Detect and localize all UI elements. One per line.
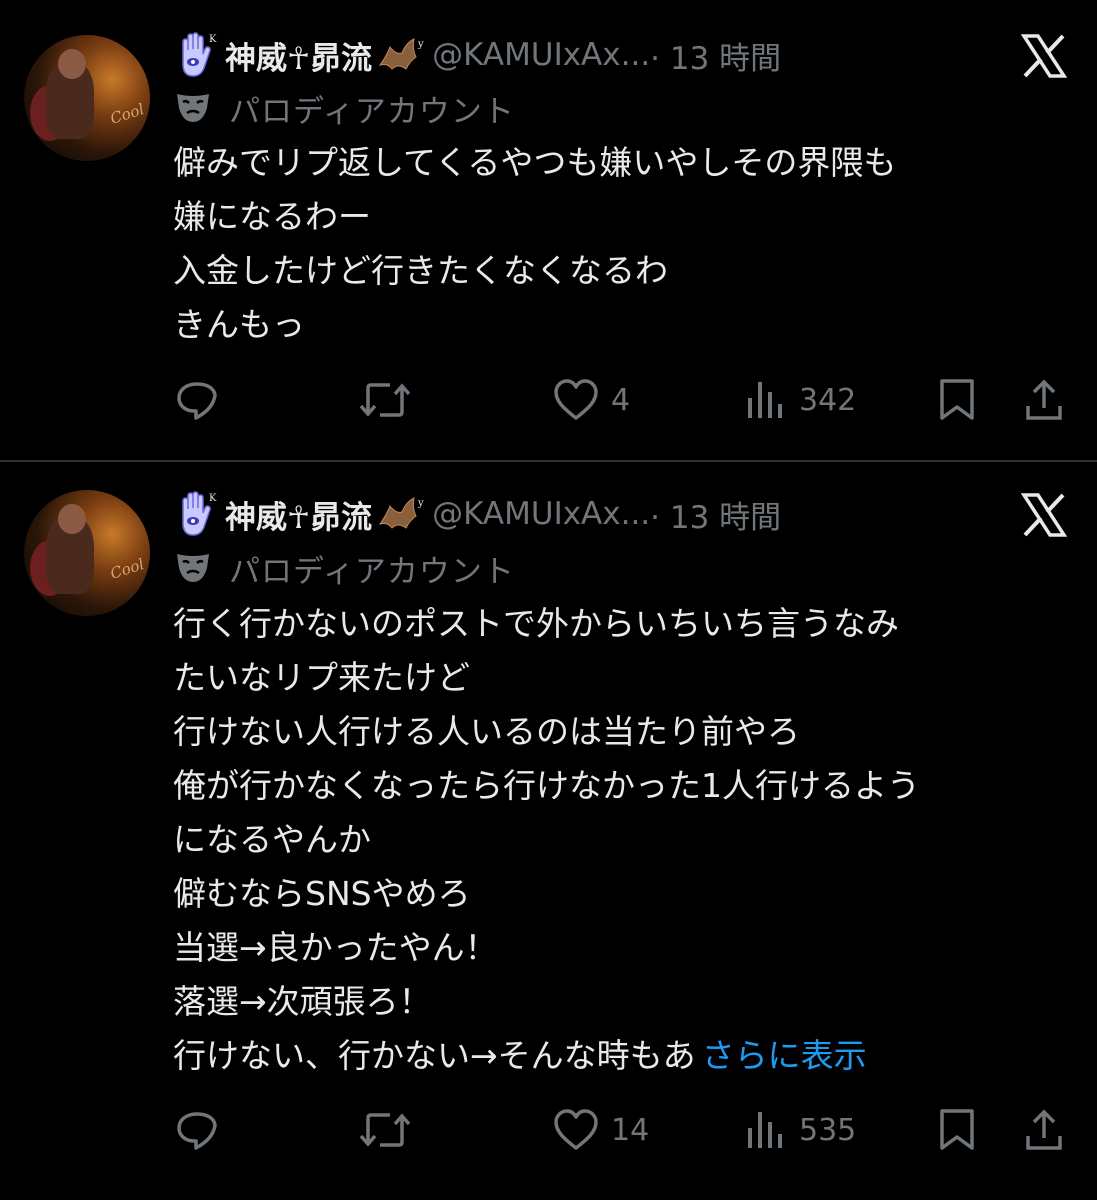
views-count: 535 bbox=[799, 1112, 857, 1148]
parody-badge: パロディアカウント bbox=[175, 546, 515, 590]
tweet-text-line: 行く行かないのポストで外からいちいち言うなみ bbox=[173, 604, 899, 643]
like-count: 14 bbox=[611, 1112, 650, 1148]
views-icon bbox=[748, 1112, 782, 1148]
tweet-text-line: 俺が行かなくなったら行けなかった1人行けるよう bbox=[173, 766, 920, 805]
avatar[interactable]: Cool bbox=[24, 35, 150, 161]
reply-icon bbox=[177, 1112, 217, 1150]
like-button[interactable]: 4 bbox=[553, 370, 630, 430]
svg-text:y: y bbox=[417, 498, 424, 509]
reply-button[interactable] bbox=[175, 1100, 219, 1160]
parody-label: パロディアカウント bbox=[229, 93, 515, 130]
tweet-text-line: になるやんか bbox=[173, 820, 371, 859]
tweet-text-line: 行けない、行かない→そんな時もあ さらに表示 bbox=[173, 1029, 1073, 1083]
action-bar: 4 342 bbox=[0, 370, 1097, 430]
views-button[interactable]: 535 bbox=[745, 1100, 856, 1160]
like-icon bbox=[554, 379, 598, 420]
avatar-text: Cool bbox=[108, 555, 147, 583]
parody-badge: パロディアカウント bbox=[175, 86, 515, 130]
display-name[interactable]: 神威☥昴流 bbox=[225, 492, 372, 537]
share-button[interactable] bbox=[1024, 1100, 1064, 1160]
like-icon bbox=[554, 1109, 598, 1150]
tweet-text: 僻みでリプ返してくるやつも嫌いやしその界隈も 嫌になるわー 入金したけど行きたく… bbox=[173, 136, 1073, 352]
svg-text:K: K bbox=[209, 34, 217, 45]
tweet-text-line: 僻みでリプ返してくるやつも嫌いやしその界隈も bbox=[173, 143, 897, 182]
action-bar: 14 535 bbox=[0, 1100, 1097, 1160]
bookmark-icon bbox=[940, 1109, 974, 1150]
bat-icon: y bbox=[378, 38, 424, 70]
repost-icon bbox=[360, 1113, 410, 1147]
show-more-link[interactable]: さらに表示 bbox=[702, 1036, 867, 1075]
avatar-text: Cool bbox=[108, 100, 147, 128]
svg-text:y: y bbox=[417, 39, 424, 50]
tweet-text-line: 行けない人行ける人いるのは当たり前やろ bbox=[173, 712, 800, 751]
timestamp[interactable]: · 13 時間 bbox=[650, 33, 781, 78]
timestamp[interactable]: · 13 時間 bbox=[650, 492, 781, 537]
like-count: 4 bbox=[611, 382, 631, 418]
tweet[interactable]: Cool K 神威☥昴流 y @KAMUIxAx... · 13 時間 パロディ… bbox=[0, 462, 1097, 1200]
tweet-text-truncated: 行けない、行かない→そんな時もあ bbox=[173, 1036, 696, 1075]
repost-button[interactable] bbox=[360, 1100, 410, 1160]
x-logo-icon bbox=[1021, 493, 1067, 537]
views-count: 342 bbox=[799, 382, 857, 418]
handle[interactable]: @KAMUIxAx... bbox=[432, 496, 650, 532]
hamsa-icon: K bbox=[182, 491, 217, 536]
handle[interactable]: @KAMUIxAx... bbox=[432, 37, 650, 73]
display-name[interactable]: 神威☥昴流 bbox=[225, 33, 372, 78]
share-button[interactable] bbox=[1024, 370, 1064, 430]
tweet-text: 行く行かないのポストで外からいちいち言うなみ たいなリプ来たけど 行けない人行け… bbox=[173, 597, 1073, 1083]
bookmark-button[interactable] bbox=[937, 1100, 977, 1160]
x-logo-icon bbox=[1021, 34, 1067, 78]
tweet-text-line: 嫌になるわー bbox=[173, 197, 371, 236]
reply-button[interactable] bbox=[175, 370, 219, 430]
views-button[interactable]: 342 bbox=[745, 370, 856, 430]
share-icon bbox=[1026, 379, 1062, 420]
avatar[interactable]: Cool bbox=[24, 490, 150, 616]
parody-label: パロディアカウント bbox=[229, 553, 515, 590]
tweet-text-line: 僻むならSNSやめろ bbox=[173, 874, 471, 913]
user-header: K 神威☥昴流 y @KAMUIxAx... · 13 時間 bbox=[175, 489, 781, 539]
hamsa-icon: K bbox=[182, 32, 217, 77]
bookmark-icon bbox=[940, 379, 974, 420]
tweet[interactable]: Cool K 神威☥昴流 y @KAMUIxAx... · 13 時間 パロディ… bbox=[0, 0, 1097, 460]
bookmark-button[interactable] bbox=[937, 370, 977, 430]
tweet-text-line: 落選→次頑張ろ！ bbox=[173, 982, 432, 1021]
svg-text:K: K bbox=[209, 493, 217, 504]
tweet-text-line: きんもっ bbox=[173, 305, 305, 344]
reply-icon bbox=[177, 382, 217, 420]
tweet-text-line: 入金したけど行きたくなくなるわ bbox=[173, 251, 668, 290]
repost-button[interactable] bbox=[360, 370, 410, 430]
mask-icon bbox=[177, 554, 209, 582]
share-icon bbox=[1026, 1109, 1062, 1150]
tweet-text-line: たいなリプ来たけど bbox=[173, 658, 470, 697]
bat-icon: y bbox=[378, 497, 424, 529]
views-icon bbox=[748, 382, 782, 418]
tweet-text-line: 当選→良かったやん！ bbox=[173, 928, 498, 967]
repost-icon bbox=[360, 383, 410, 417]
user-header: K 神威☥昴流 y @KAMUIxAx... · 13 時間 bbox=[175, 30, 781, 80]
mask-icon bbox=[177, 94, 209, 122]
like-button[interactable]: 14 bbox=[553, 1100, 649, 1160]
